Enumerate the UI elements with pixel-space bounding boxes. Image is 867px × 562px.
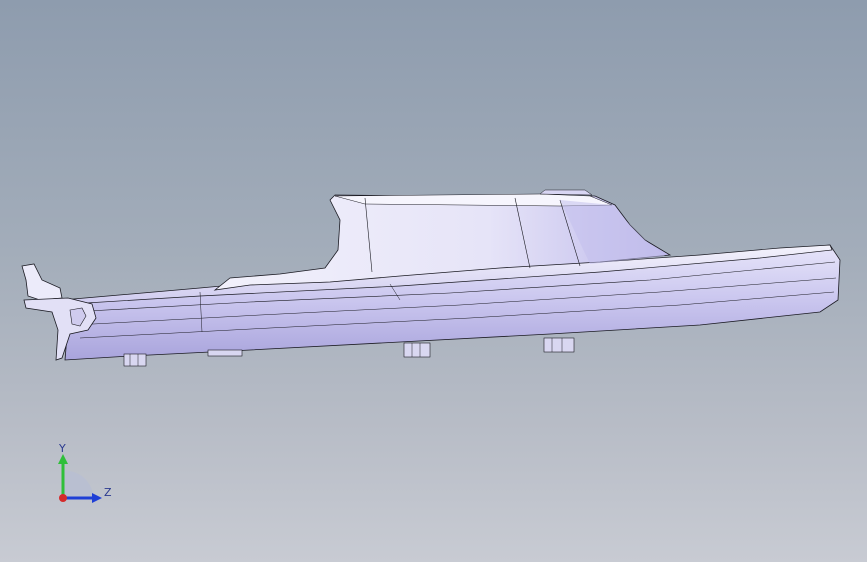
- mount-clip-3: [403, 342, 431, 358]
- roof-bump: [539, 189, 593, 196]
- triad-plane-icon: [63, 470, 94, 498]
- x-axis-icon: [59, 494, 67, 502]
- model-view[interactable]: [0, 0, 867, 562]
- y-axis-label: Y: [58, 442, 66, 455]
- mount-clip-2: [207, 349, 243, 357]
- graphics-viewport[interactable]: Y Z: [0, 0, 867, 562]
- mount-clip-4: [543, 337, 575, 353]
- mount-clip-1: [123, 353, 147, 367]
- coordinate-triad: Y Z: [58, 442, 112, 503]
- bow-bracket: [21, 263, 63, 301]
- z-axis-label: Z: [104, 486, 112, 499]
